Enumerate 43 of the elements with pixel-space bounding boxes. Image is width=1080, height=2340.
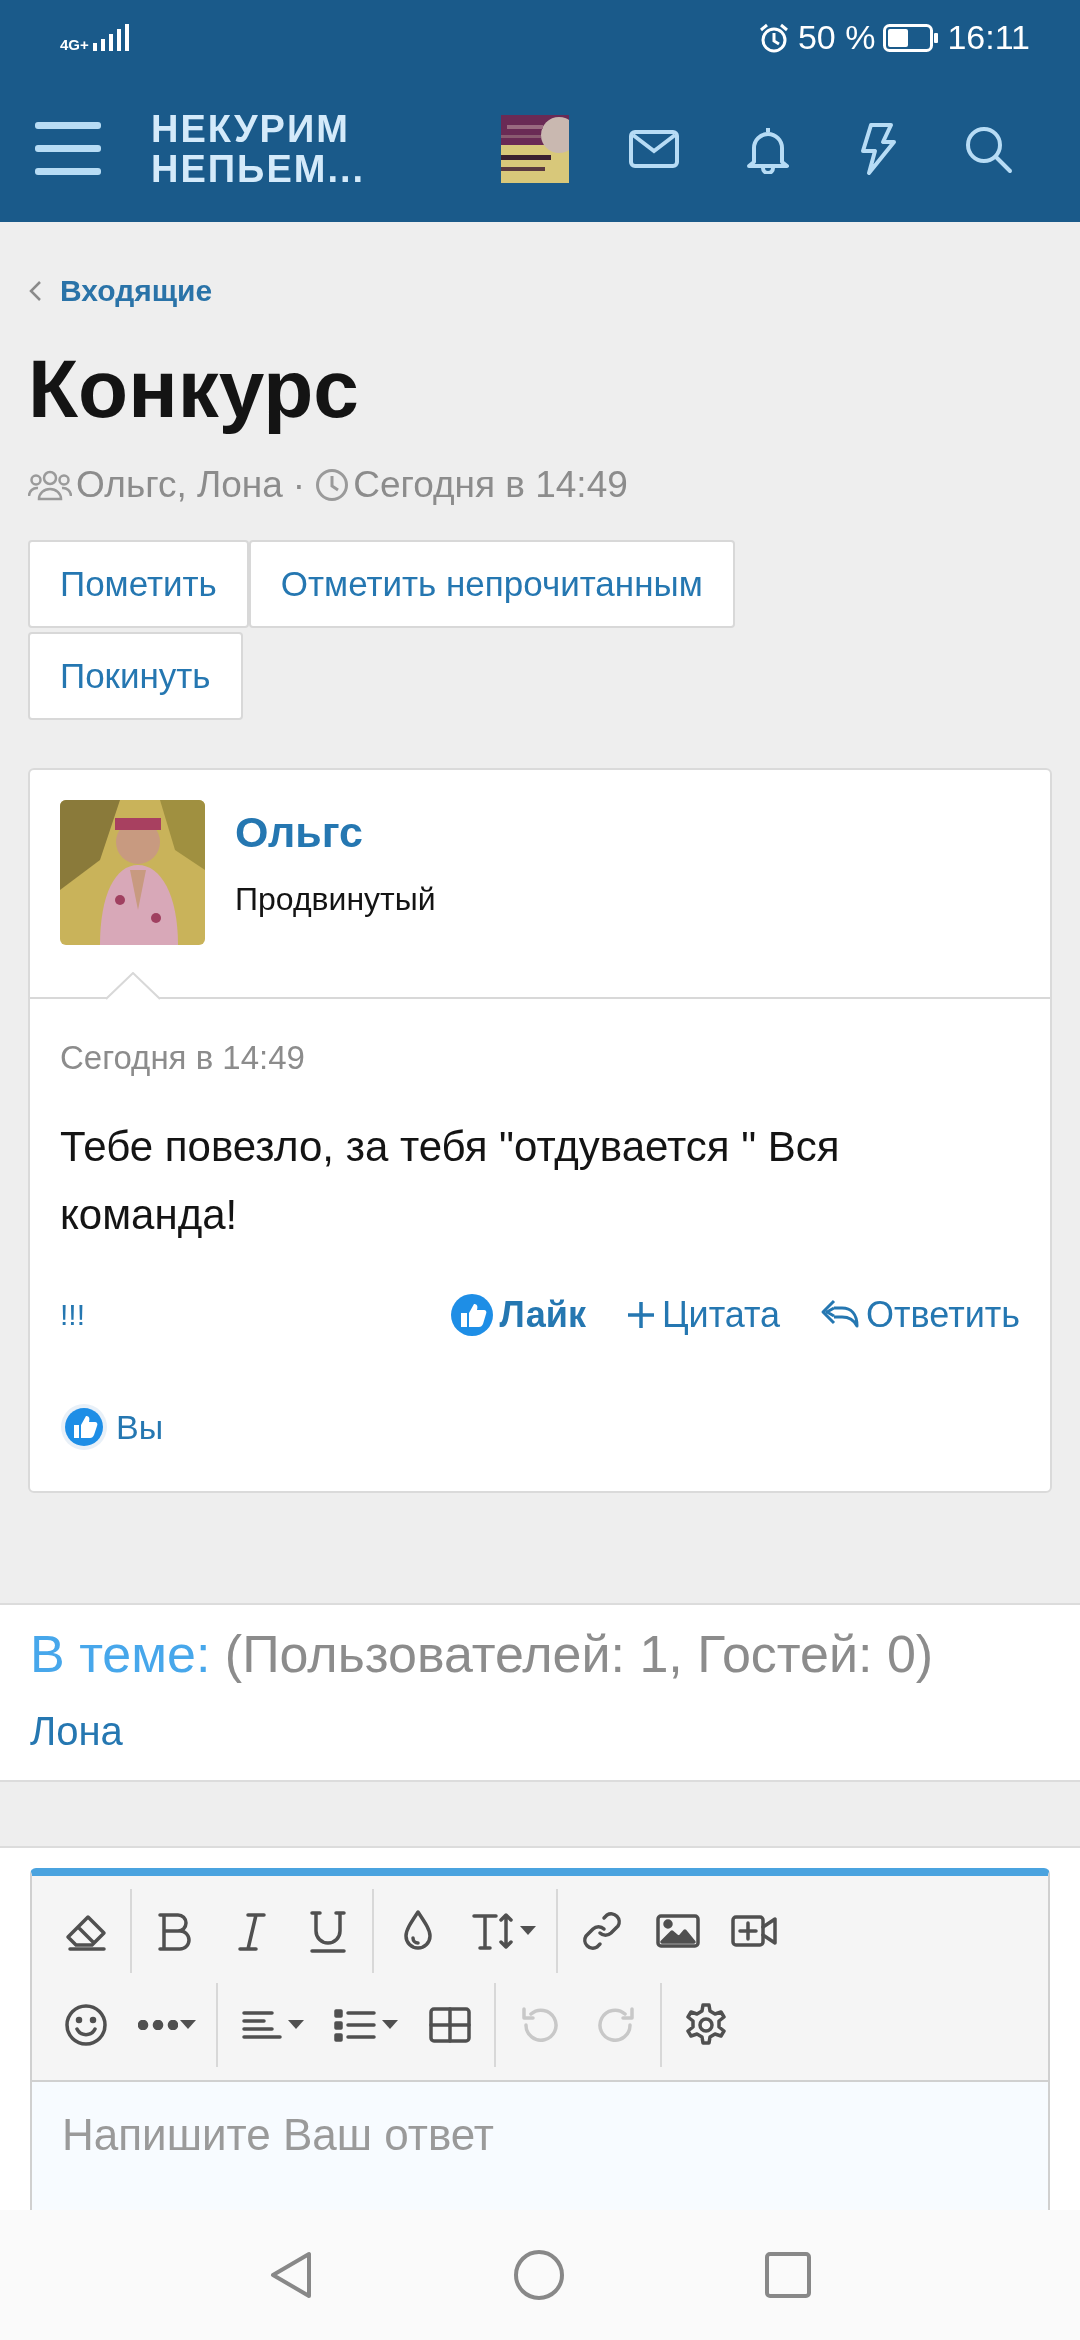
online-label: В теме: — [30, 1625, 211, 1684]
thumbs-up-icon — [449, 1293, 494, 1338]
mail-icon[interactable] — [629, 128, 679, 169]
clock: 16:11 — [947, 18, 1030, 57]
online-summary: (Пользователей: 1, Гостей: 0) — [224, 1625, 934, 1684]
back-icon[interactable] — [269, 2250, 313, 2300]
signature: !!! — [60, 1298, 85, 1333]
participants: Ольгс, Лона — [76, 464, 283, 507]
separator: · — [292, 464, 306, 507]
network-type: 4G+ — [60, 35, 89, 53]
author-name[interactable]: Ольгс — [235, 808, 436, 858]
reply-button[interactable]: Ответить — [820, 1293, 1020, 1338]
breadcrumb-link[interactable]: Входящие — [60, 274, 213, 308]
battery-icon — [883, 23, 940, 52]
user-title: Продвинутый — [235, 881, 436, 919]
chevron-left-icon[interactable] — [28, 280, 42, 302]
action-button[interactable]: Пометить — [28, 540, 249, 629]
action-button[interactable]: Отметить непрочитанным — [248, 540, 735, 629]
message-text: Тебе повезло, за тебя "отдувается " Вся команда! — [60, 1122, 841, 1241]
caret-icon — [180, 2019, 196, 2030]
signal-icon — [90, 22, 131, 53]
users-icon — [28, 469, 72, 502]
caret-icon — [288, 2019, 304, 2030]
message-time: Сегодня в 14:49 — [60, 1039, 305, 1077]
menu-icon[interactable] — [35, 121, 101, 176]
like-button[interactable]: Лайк — [449, 1293, 586, 1338]
caret-icon — [520, 1925, 536, 1936]
plus-icon — [625, 1300, 656, 1331]
caret-icon — [382, 2019, 398, 2030]
quote-button[interactable]: Цитата — [625, 1293, 781, 1338]
page-title: Конкурс — [28, 344, 360, 435]
clock-icon — [315, 468, 350, 503]
online-user[interactable]: Лона — [30, 1708, 123, 1753]
site-title[interactable]: НЕКУРИМ НЕПЬЕМ... — [151, 108, 401, 189]
conversation-time: Сегодня в 14:49 — [353, 464, 628, 507]
battery-percent: 50 % — [797, 18, 876, 57]
more-icon — [138, 2019, 178, 2030]
thumbs-up-icon — [60, 1403, 108, 1452]
home-icon[interactable] — [513, 2249, 565, 2301]
reaction-user[interactable]: Вы — [116, 1407, 164, 1447]
recents-icon[interactable] — [765, 2252, 811, 2298]
alarm-icon — [757, 21, 790, 54]
action-button[interactable]: Покинуть — [28, 632, 243, 721]
